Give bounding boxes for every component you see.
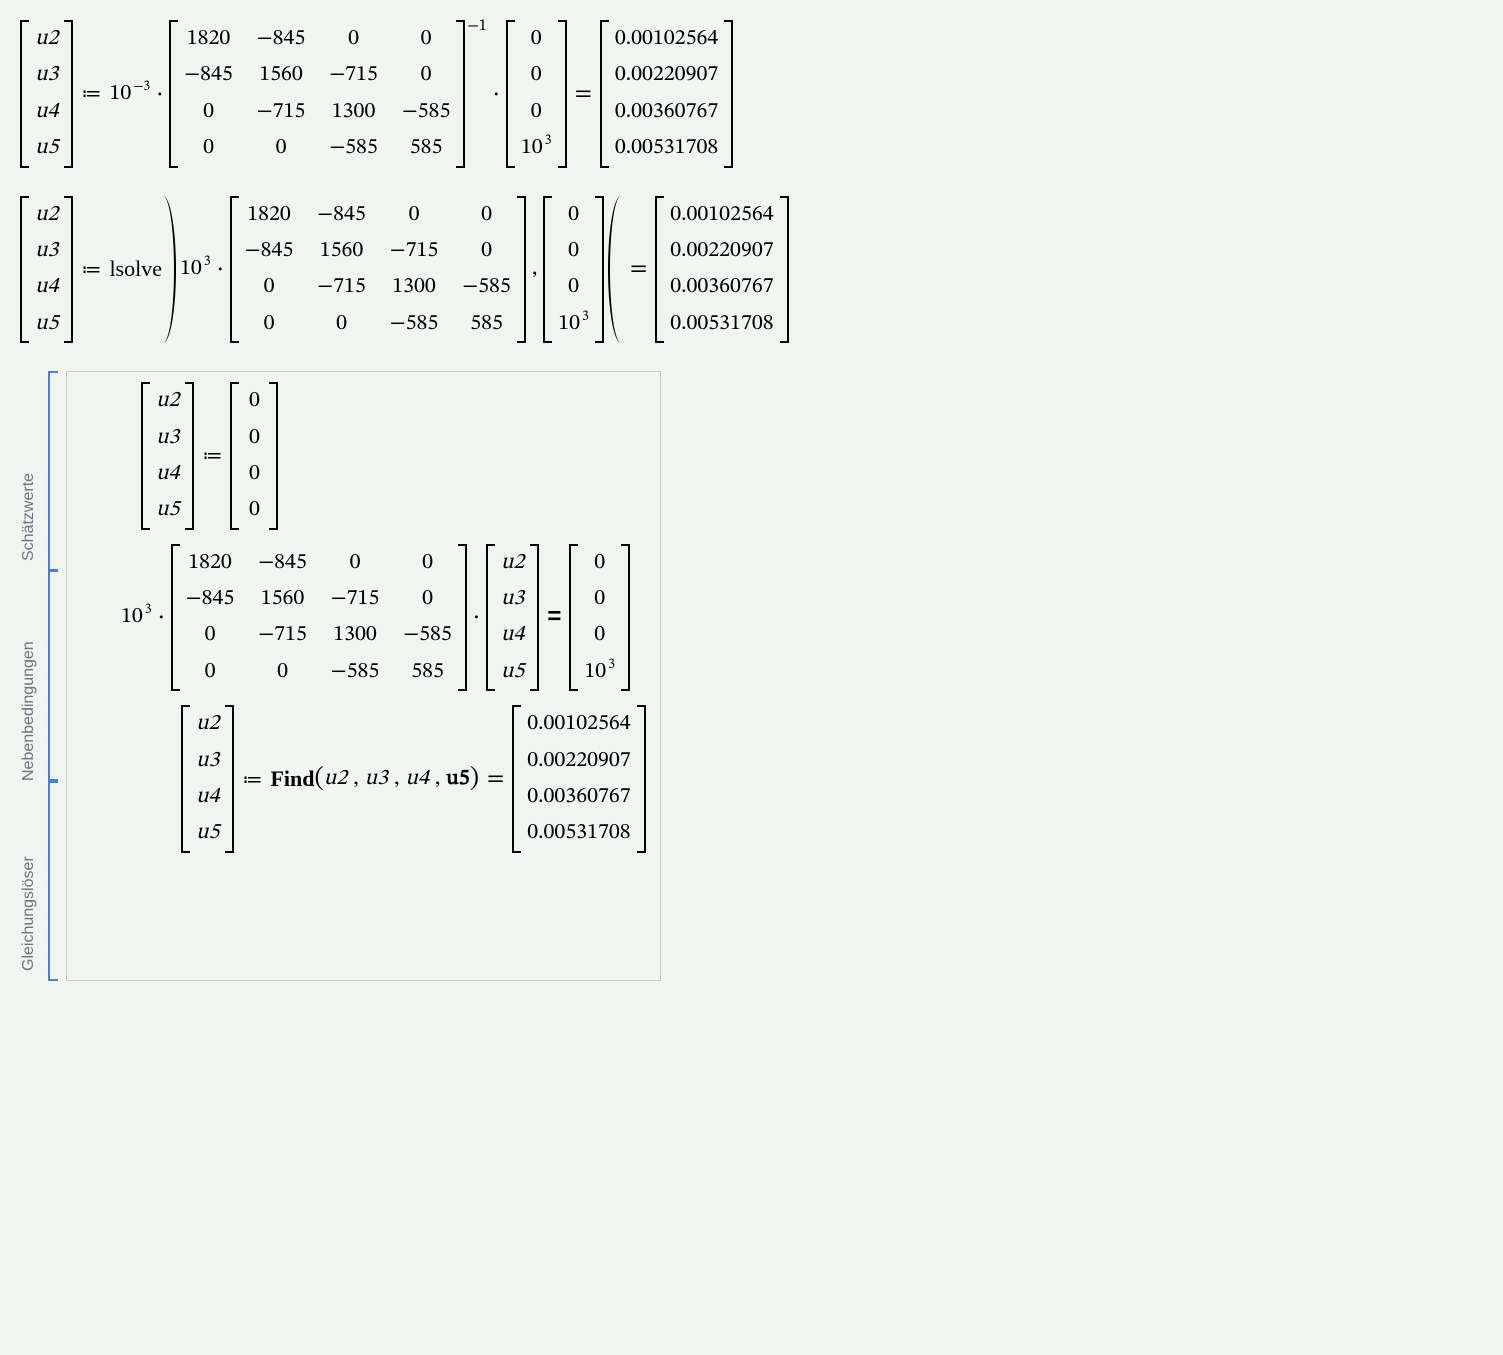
find-arg: u2: [324, 766, 347, 792]
ten-to-minus3: 10 −3: [109, 80, 150, 108]
u-vector: u2 u3 u4 u5: [486, 544, 539, 692]
rhs-vector: 0 0 0 103: [506, 20, 567, 168]
result-vector: 0.00102564 0.00220907 0.00360767 0.00531…: [600, 20, 733, 168]
assign-op: ≔: [81, 81, 101, 106]
find-arg: u3: [365, 766, 388, 792]
multiply-op: ⋅: [156, 79, 163, 109]
equation-inverse-solve: u2 u3 u4 u5 ≔ 10 −3 ⋅ 1820−84500 −845156…: [20, 20, 1483, 168]
find-arg: u4: [405, 766, 428, 792]
rhs-vector: 0 0 0 103: [543, 196, 604, 344]
solve-block-body: u2 u3 u4 u5 ≔ 0 0 0 0: [66, 371, 661, 981]
assign-op: ≔: [81, 257, 101, 282]
solve-block: Schätzwerte Nebenbedingungen Gleichungsl…: [20, 371, 1483, 981]
constraint-equation: 10 3 ⋅ 1820−84500 −8451560−7150 0−715130…: [121, 544, 646, 692]
label-schatzwerte: Schätzwerte: [20, 473, 38, 561]
solve-block-rail: [48, 371, 64, 981]
solve-block-labels: Schätzwerte Nebenbedingungen Gleichungsl…: [20, 371, 42, 981]
find-call: ( u2 , u3 , u4 , u5 ): [314, 763, 479, 796]
label-nebenbedingungen: Nebenbedingungen: [20, 641, 38, 781]
stiffness-matrix: 1820−84500 −8451560−7150 0−7151300−585 0…: [171, 544, 467, 692]
arg-separator: ,: [532, 255, 537, 283]
stiffness-matrix: 1820−84500 −8451560−7150 0−7151300−585 0…: [169, 20, 465, 168]
ten-to-plus3: 10 3: [121, 603, 152, 631]
u-entry: u5: [35, 135, 58, 161]
find-keyword: Find: [270, 766, 314, 792]
u-vector: u2 u3 u4 u5: [20, 196, 73, 344]
u-entry: u2: [35, 26, 58, 52]
equals-op: =: [487, 764, 504, 794]
find-arg-bold: u5: [446, 766, 469, 792]
result-vector: 0.00102564 0.00220907 0.00360767 0.00531…: [655, 196, 788, 344]
stiffness-matrix: 1820−84500 −8451560−7150 0−7151300−585 0…: [230, 196, 526, 344]
ten-to-plus3: 10 3: [180, 255, 211, 283]
u-vector: u2 u3 u4 u5: [181, 705, 234, 853]
u-entry: u3: [35, 62, 58, 88]
result-vector: 0.00102564 0.00220907 0.00360767 0.00531…: [512, 705, 645, 853]
guess-values: u2 u3 u4 u5 ≔ 0 0 0 0: [141, 382, 646, 530]
inverse-exponent: −1: [467, 16, 486, 36]
u-vector: u2 u3 u4 u5: [141, 382, 194, 530]
rhs-vector: 0 0 0 103: [569, 544, 630, 692]
assign-op: ≔: [242, 767, 262, 792]
equals-op: =: [575, 79, 592, 109]
rhs-entry-power: 103: [521, 135, 552, 161]
constraint-equals: =: [547, 603, 561, 631]
u-vector: u2 u3 u4 u5: [20, 20, 73, 168]
multiply-op: ⋅: [493, 79, 500, 109]
equation-lsolve: u2 u3 u4 u5 ≔ lsolve 10 3 ⋅ 1820−84500 −…: [20, 196, 1483, 344]
lsolve-args: 10 3 ⋅ 1820−84500 −8451560−7150 0−715130…: [162, 196, 622, 344]
zero-vector: 0 0 0 0: [230, 382, 278, 530]
label-gleichungsloser: Gleichungslöser: [20, 856, 38, 971]
find-result: u2 u3 u4 u5 ≔ Find ( u2 , u3 , u4 , u5 ): [181, 705, 646, 853]
assign-op: ≔: [202, 443, 222, 468]
u-entry: u4: [35, 99, 58, 125]
